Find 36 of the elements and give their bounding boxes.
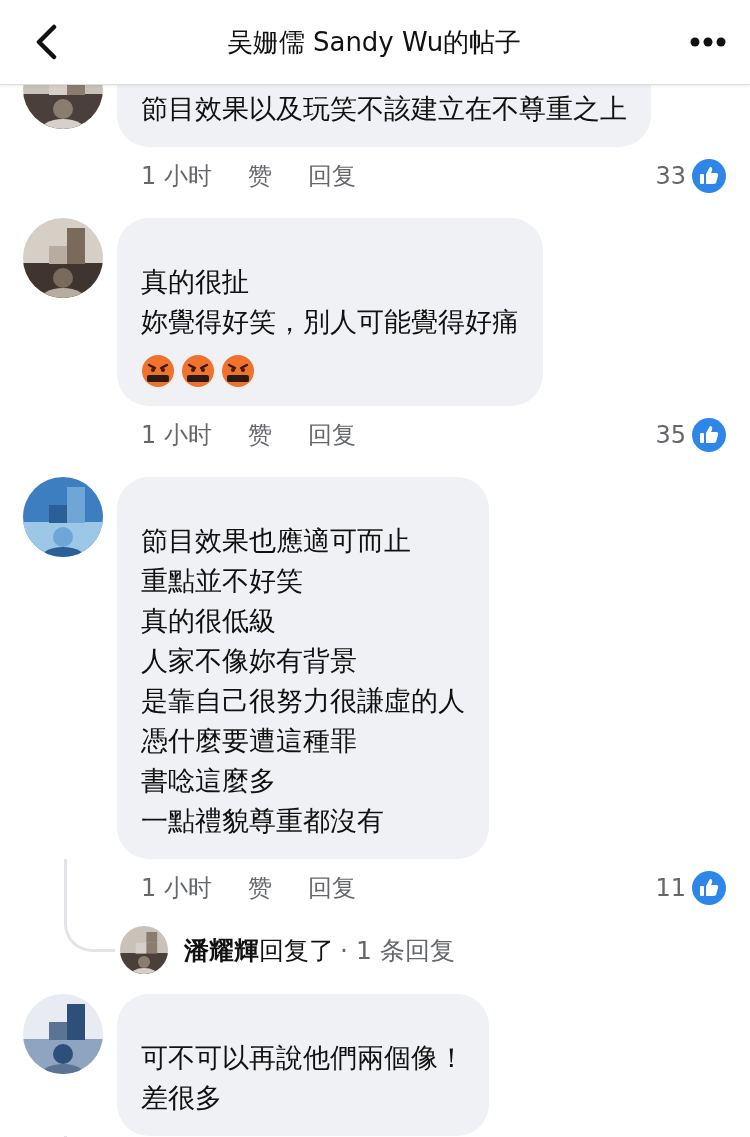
comment-text: 是靠自己很努力很謙虛的人 xyxy=(141,684,465,718)
like-link[interactable]: 赞 xyxy=(247,160,272,192)
comment-text: 重點並不好笑 xyxy=(141,564,304,598)
reply-link[interactable]: 回复 xyxy=(307,419,356,451)
reply-link[interactable]: 回复 xyxy=(307,160,356,192)
timestamp: 1 小时 xyxy=(141,873,212,904)
reaction-count: 11 xyxy=(655,874,686,902)
comment-text: 書唸這麼多 xyxy=(141,764,277,798)
like-link[interactable]: 赞 xyxy=(247,419,272,451)
like-icon xyxy=(692,871,726,905)
angry-face-icon xyxy=(221,354,255,388)
timestamp: 1 小时 xyxy=(141,420,212,451)
page-title: 吴姗儒 Sandy Wu的帖子 xyxy=(226,25,522,59)
like-icon xyxy=(692,418,726,452)
like-link[interactable]: 赞 xyxy=(247,872,272,904)
comment-text: 一點禮貌尊重都沒有 xyxy=(141,804,385,838)
angry-face-icon xyxy=(141,354,175,388)
comment-text: 妳覺得好笑，別人可能覺得好痛 xyxy=(141,305,519,339)
more-icon[interactable] xyxy=(690,37,726,47)
comment-text: 節目效果以及玩笑不該建立在不尊重之上 xyxy=(141,92,627,126)
timestamp: 1 小时 xyxy=(141,161,212,192)
comment-text: 憑什麼要遭這種罪 xyxy=(141,724,358,758)
comment-text: 可不可以再說他們兩個像！ xyxy=(141,1041,465,1075)
comment-text: 真的很低級 xyxy=(141,604,277,638)
reaction-count: 33 xyxy=(655,162,686,190)
comment-text: 節目效果也應適可而止 xyxy=(141,524,412,558)
comment-text: 差很多 xyxy=(141,1081,223,1115)
like-icon xyxy=(692,159,726,193)
comment-text: 人家不像妳有背景 xyxy=(141,644,358,678)
reply-summary[interactable]: 潘耀輝回复了 xyxy=(184,933,334,967)
back-icon[interactable] xyxy=(34,24,58,60)
reaction-count: 35 xyxy=(655,421,686,449)
reply-link[interactable]: 回复 xyxy=(307,872,356,904)
comment-text: 真的很扯 xyxy=(141,265,250,299)
reply-count[interactable]: · 1 条回复 xyxy=(340,933,455,967)
angry-face-icon xyxy=(181,354,215,388)
